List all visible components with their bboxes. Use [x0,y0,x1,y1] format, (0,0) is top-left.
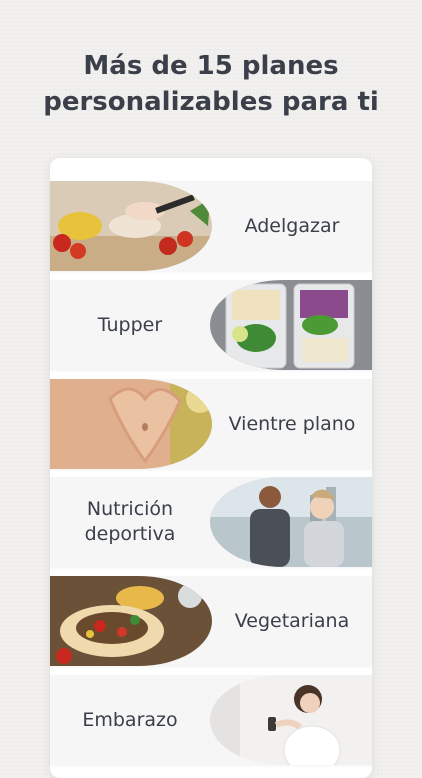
plan-row-embarazo[interactable]: Embarazo [50,675,372,765]
plan-row-vientre-plano[interactable]: Vientre plano [50,379,372,469]
plan-label: Vientre plano [228,412,356,435]
plan-row-vegetariana[interactable]: Vegetariana [50,576,372,666]
runners-photo [210,477,372,567]
plan-label-line-2: deportiva [84,523,176,545]
plan-label: Vegetariana [234,609,350,632]
plan-row-adelgazar[interactable]: Adelgazar [50,181,372,271]
plan-label: Adelgazar [244,214,340,237]
plan-label: Embarazo [82,708,178,731]
plan-label-multiline: Nutrición deportiva [50,477,210,567]
plan-row-nutricion-deportiva[interactable]: Nutrición deportiva [50,477,372,567]
headline: Más de 15 planes personalizables para ti [0,48,422,120]
plan-label-line-1: Nutrición [86,498,174,520]
vegetarian-wrap-photo [50,576,212,666]
belly-hands-photo [50,379,212,469]
headline-line-1: Más de 15 planes [83,51,339,81]
plan-label: Tupper [97,313,163,336]
pregnant-woman-photo [210,675,372,765]
plan-row-tupper[interactable]: Tupper [50,280,372,370]
meal-prep-containers-photo [210,280,372,370]
headline-line-2: personalizables para ti [43,87,379,117]
vegetables-cutting-photo [50,181,212,271]
